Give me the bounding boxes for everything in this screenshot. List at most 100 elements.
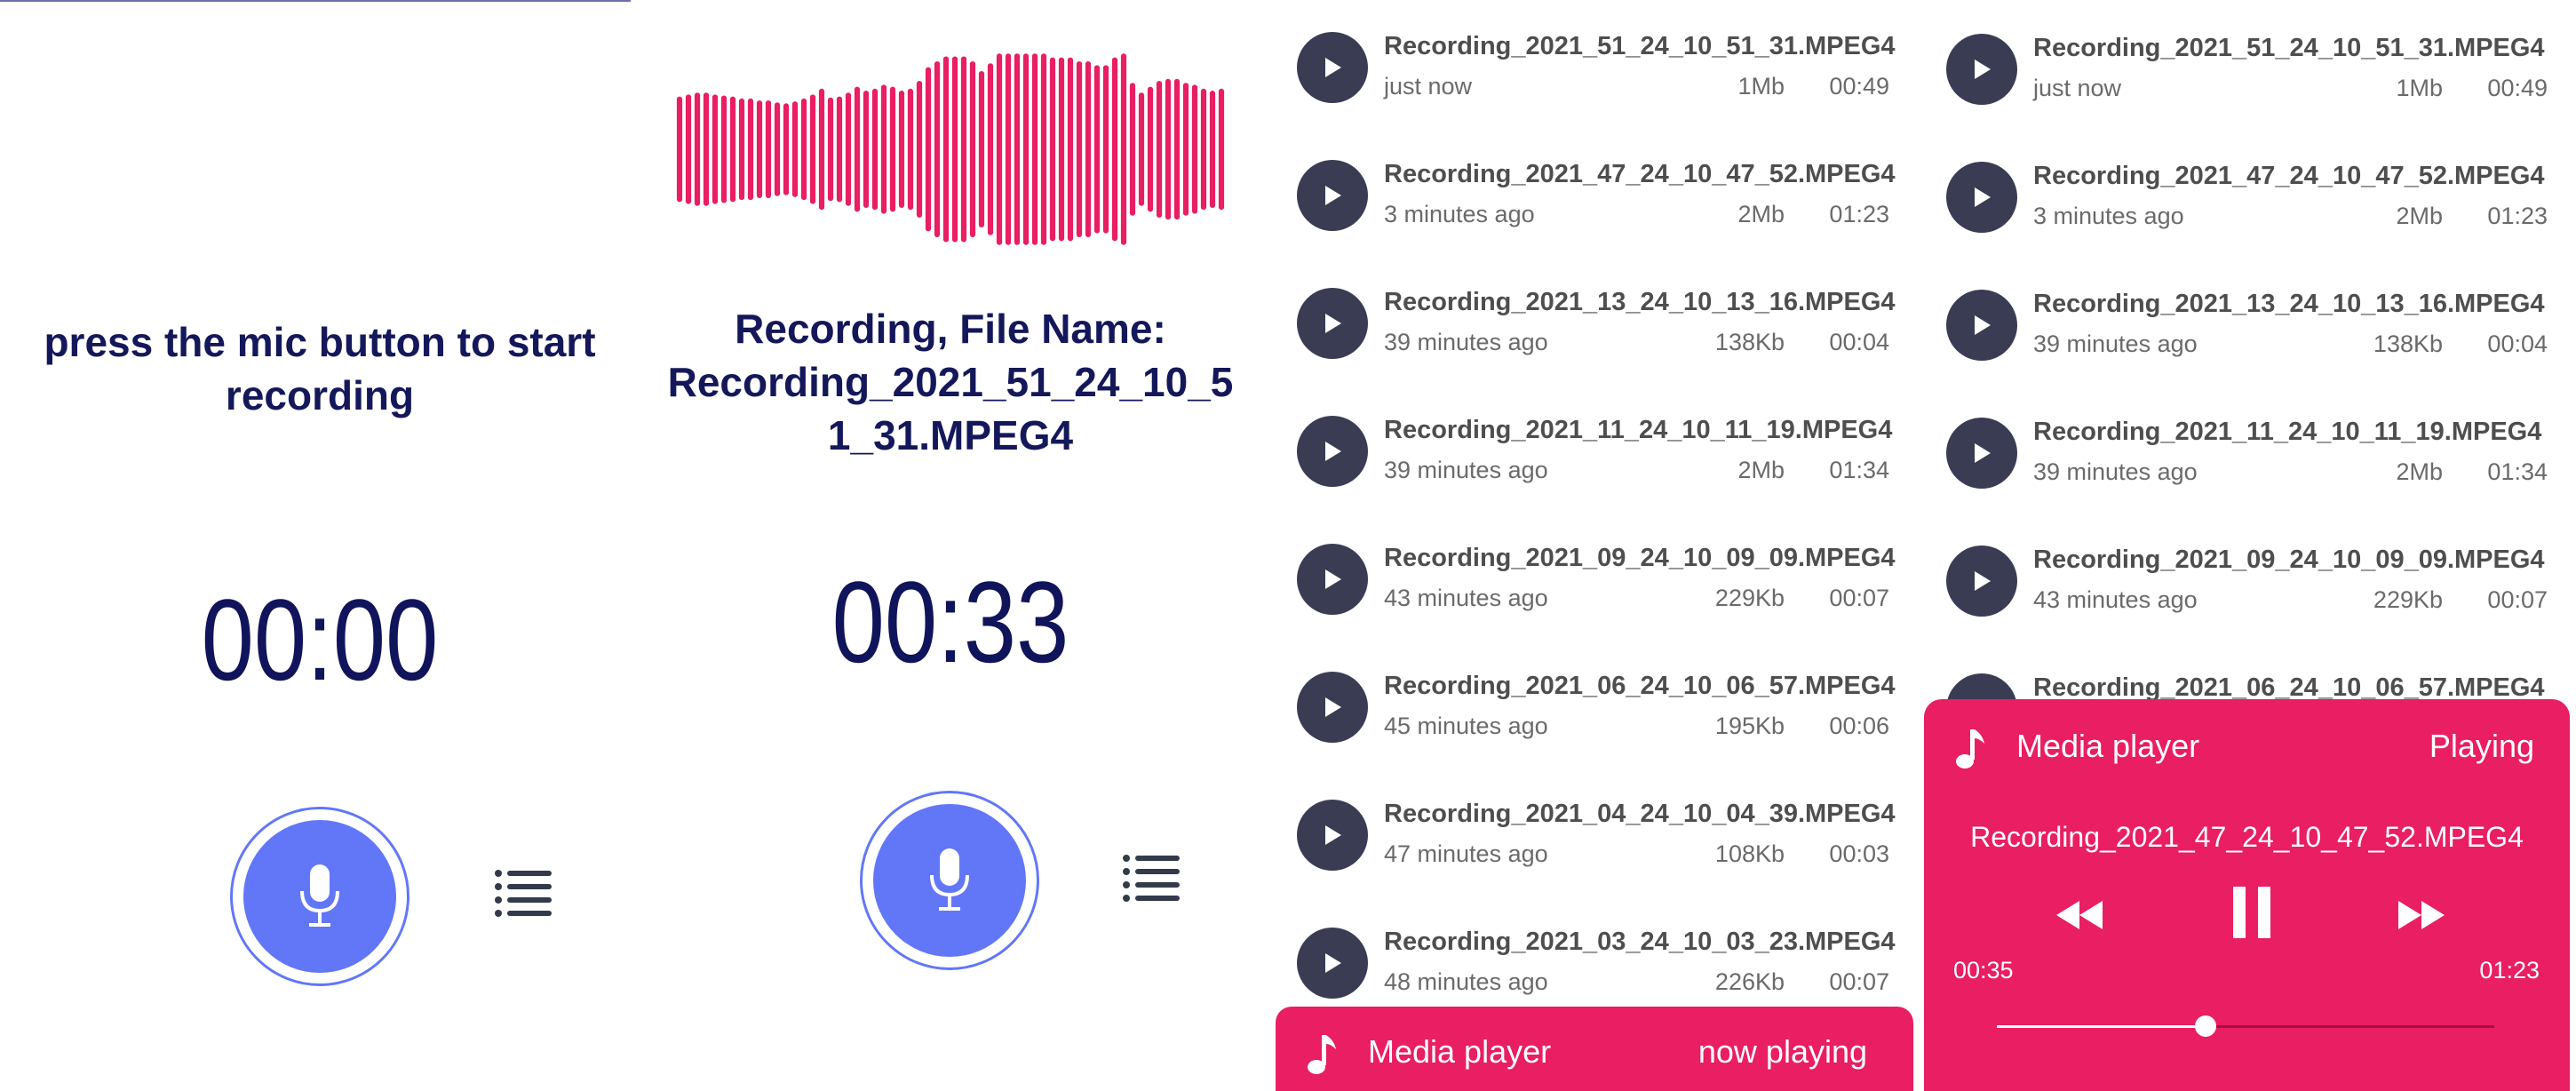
recordings-list-screen-expanded: Recording_2021_51_24_10_51_31.MPEG4 just … bbox=[1918, 0, 2576, 1091]
waveform-bar bbox=[845, 92, 852, 206]
recording-timestamp: 3 minutes ago bbox=[2033, 203, 2184, 229]
mic-button-core[interactable] bbox=[243, 820, 396, 973]
play-button[interactable] bbox=[1297, 672, 1368, 743]
play-button[interactable] bbox=[1297, 160, 1368, 231]
recording-size: 2Mb bbox=[2396, 458, 2443, 485]
play-button[interactable] bbox=[1297, 928, 1368, 999]
waveform-bar bbox=[738, 98, 745, 201]
mic-button[interactable] bbox=[230, 807, 409, 986]
recording-list-item[interactable]: Recording_2021_51_24_10_51_31.MPEG4 just … bbox=[1918, 2, 2576, 130]
waveform-bar bbox=[1111, 57, 1118, 242]
pause-button[interactable] bbox=[2221, 877, 2283, 948]
recording-timestamp: 39 minutes ago bbox=[2033, 458, 2198, 485]
play-icon bbox=[1975, 187, 1991, 207]
recording-duration: 00:04 bbox=[2487, 330, 2548, 357]
recording-list-item[interactable]: Recording_2021_11_24_10_11_19.MPEG4 39 mi… bbox=[1268, 384, 1918, 512]
recording-file-name: Recording_2021_13_24_10_13_16.MPEG4 bbox=[2033, 290, 2545, 318]
waveform-bar bbox=[987, 63, 994, 235]
play-button[interactable] bbox=[1297, 800, 1368, 871]
waveform-bar bbox=[863, 91, 870, 208]
waveform-bar bbox=[898, 91, 905, 208]
waveform-bar bbox=[907, 88, 914, 211]
waveform-bar bbox=[827, 97, 834, 202]
recording-list-item[interactable]: Recording_2021_04_24_10_04_39.MPEG4 47 mi… bbox=[1268, 768, 1918, 896]
recording-size: 229Kb bbox=[1714, 585, 1785, 611]
play-button[interactable] bbox=[1297, 544, 1368, 615]
current-time: 00:35 bbox=[1953, 957, 2014, 983]
recording-timestamp: 39 minutes ago bbox=[1384, 329, 1548, 355]
recording-size: 226Kb bbox=[1714, 968, 1785, 995]
recording-list-item[interactable]: Recording_2021_51_24_10_51_31.MPEG4 just … bbox=[1268, 0, 1918, 128]
waveform-bar bbox=[871, 88, 879, 211]
play-button[interactable] bbox=[1946, 162, 2017, 233]
expanded-media-player: Media player Playing Recording_2021_47_2… bbox=[1924, 699, 2570, 1091]
mini-media-player[interactable]: Media player now playing bbox=[1276, 1007, 1913, 1091]
recording-timestamp: 39 minutes ago bbox=[2033, 330, 2198, 357]
recording-list-item[interactable]: Recording_2021_13_24_10_13_16.MPEG4 39 mi… bbox=[1268, 256, 1918, 384]
recording-size: 2Mb bbox=[2396, 203, 2443, 229]
play-icon bbox=[1325, 569, 1341, 589]
waveform-bar bbox=[1102, 65, 1109, 234]
waveform-bar bbox=[1049, 57, 1056, 242]
waveform-bar bbox=[783, 103, 790, 195]
waveform-bar bbox=[1067, 57, 1074, 242]
waveform-bar bbox=[809, 94, 816, 204]
recording-duration: 00:06 bbox=[1829, 713, 1889, 739]
recording-duration: 00:49 bbox=[1829, 73, 1889, 100]
play-button[interactable] bbox=[1297, 288, 1368, 359]
play-icon bbox=[1975, 60, 1991, 79]
waveform-bar bbox=[969, 61, 976, 237]
mic-icon bbox=[300, 864, 339, 927]
recording-duration: 00:04 bbox=[1829, 329, 1889, 355]
recording-list-item[interactable]: Recording_2021_11_24_10_11_19.MPEG4 39 mi… bbox=[1918, 386, 2576, 514]
recording-list-item[interactable]: Recording_2021_47_24_10_47_52.MPEG4 3 min… bbox=[1918, 130, 2576, 258]
recording-list-item[interactable]: Recording_2021_47_24_10_47_52.MPEG4 3 min… bbox=[1268, 128, 1918, 256]
recording-list-item[interactable]: Recording_2021_13_24_10_13_16.MPEG4 39 mi… bbox=[1918, 258, 2576, 386]
recording-list-item[interactable]: Recording_2021_09_24_10_09_09.MPEG4 43 mi… bbox=[1918, 514, 2576, 641]
recordings-list-button[interactable] bbox=[1121, 851, 1183, 904]
recording-timestamp: 39 minutes ago bbox=[1384, 457, 1548, 483]
waveform-bar bbox=[951, 56, 958, 243]
mic-button[interactable] bbox=[860, 791, 1039, 970]
mic-button-core[interactable] bbox=[873, 804, 1026, 957]
play-button[interactable] bbox=[1297, 32, 1368, 103]
play-button[interactable] bbox=[1297, 416, 1368, 487]
waveform-bar bbox=[942, 56, 950, 243]
recording-file-name: Recording_2021_11_24_10_11_19.MPEG4 bbox=[2033, 418, 2542, 446]
recording-file-name: Recording_2021_04_24_10_04_39.MPEG4 bbox=[1384, 800, 1896, 828]
recording-size: 138Kb bbox=[1714, 329, 1785, 355]
play-button[interactable] bbox=[1946, 290, 2017, 361]
list-icon bbox=[495, 870, 552, 917]
play-button[interactable] bbox=[1946, 34, 2017, 105]
seek-bar-thumb[interactable] bbox=[2195, 1015, 2217, 1037]
seek-bar[interactable] bbox=[1997, 1015, 2494, 1037]
recording-file-name: Recording_2021_03_24_10_03_23.MPEG4 bbox=[1384, 928, 1896, 956]
play-button[interactable] bbox=[1946, 418, 2017, 489]
media-player-title: Media player bbox=[2016, 728, 2200, 764]
recording-duration: 01:34 bbox=[2487, 458, 2548, 485]
waveform-bar bbox=[1129, 83, 1136, 216]
waveform-bar bbox=[1156, 81, 1163, 218]
recording-list-item[interactable]: Recording_2021_06_24_10_06_57.MPEG4 45 mi… bbox=[1268, 640, 1918, 768]
rewind-button[interactable] bbox=[2048, 893, 2111, 937]
recording-file-name: Recording_2021_51_24_10_51_31.MPEG4 bbox=[1384, 32, 1896, 60]
waveform-bar bbox=[1031, 53, 1038, 245]
fast-forward-button[interactable] bbox=[2390, 893, 2453, 937]
recording-list-item[interactable]: Recording_2021_03_24_10_03_23.MPEG4 48 mi… bbox=[1268, 896, 1918, 1023]
recording-timer: 00:00 bbox=[201, 575, 439, 705]
play-icon bbox=[1325, 953, 1341, 973]
recording-size: 138Kb bbox=[2373, 330, 2443, 357]
waveform-bar bbox=[1147, 86, 1154, 212]
waveform-bar bbox=[720, 95, 727, 203]
recording-duration: 01:23 bbox=[2487, 203, 2548, 229]
play-button[interactable] bbox=[1946, 546, 2017, 617]
waveform-bar bbox=[1093, 65, 1101, 234]
recording-duration: 00:07 bbox=[1829, 585, 1889, 611]
waveform-bar bbox=[854, 86, 861, 212]
waveform-bar bbox=[712, 94, 719, 204]
waveform-bar bbox=[685, 94, 692, 204]
recording-list-item[interactable]: Recording_2021_09_24_10_09_09.MPEG4 43 mi… bbox=[1268, 512, 1918, 640]
recordings-list-button[interactable] bbox=[493, 866, 555, 920]
waveform-bar bbox=[889, 86, 896, 212]
waveform-bar bbox=[1120, 53, 1127, 245]
